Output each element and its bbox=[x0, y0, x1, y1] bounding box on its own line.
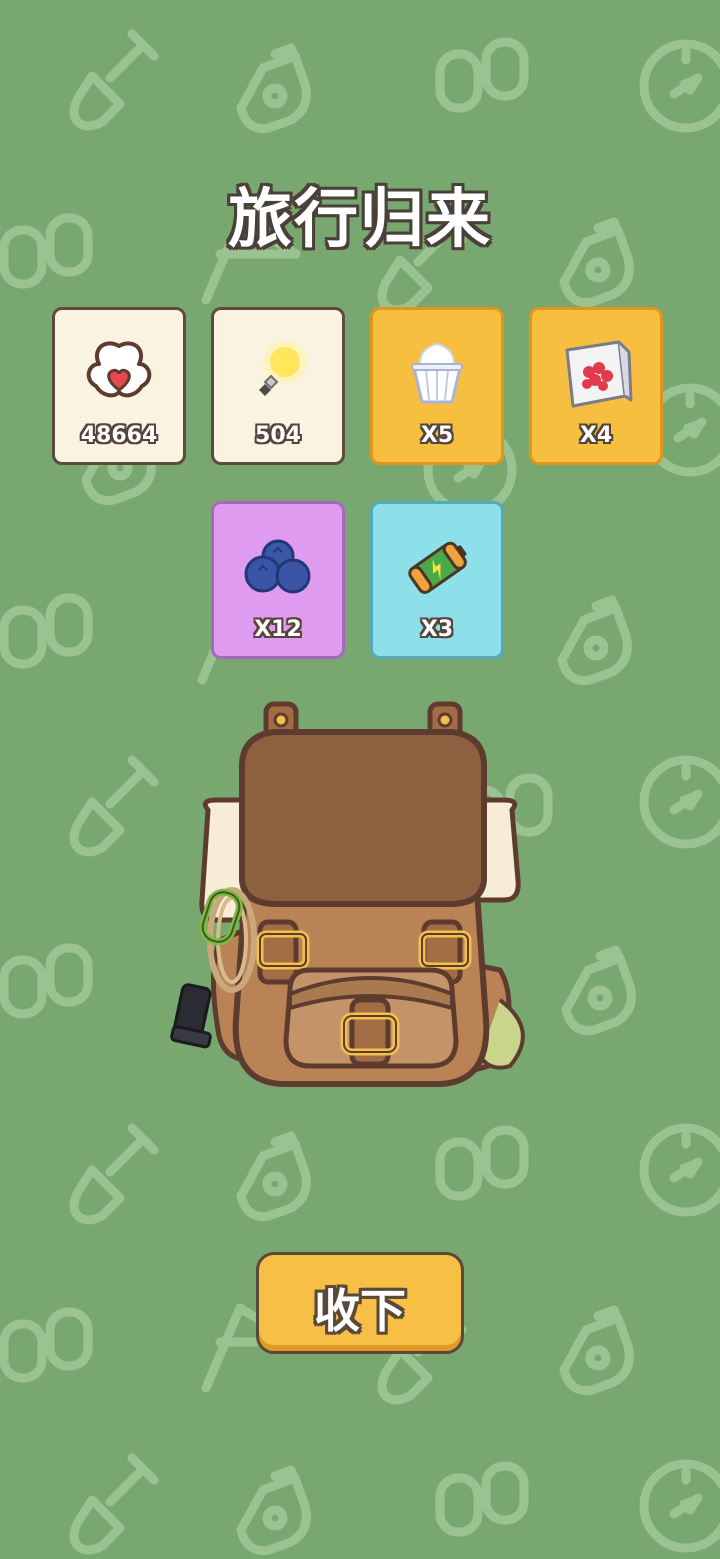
page-title: 旅行归来 bbox=[228, 183, 492, 257]
reward-card-blueberry: X12 bbox=[211, 501, 345, 659]
blueberry-icon bbox=[244, 539, 311, 594]
lightbulb-icon bbox=[259, 340, 307, 396]
collect-button[interactable]: 收下 bbox=[256, 1252, 464, 1354]
reward-amount-battery: X3 bbox=[420, 617, 454, 642]
reward-amount-blueberry: X12 bbox=[254, 617, 302, 642]
reward-card-clover: 48664 bbox=[52, 307, 186, 465]
reward-card-yogurt: X5 bbox=[370, 307, 504, 465]
backpack-illustration bbox=[170, 701, 525, 1087]
reward-amount-raspberry: X4 bbox=[579, 423, 613, 448]
collect-button-label: 收下 bbox=[314, 1284, 406, 1338]
reward-amount-yogurt: X5 bbox=[420, 423, 454, 448]
battery-icon bbox=[408, 541, 467, 594]
raspberry-pack-icon bbox=[565, 340, 633, 408]
reward-card-battery: X3 bbox=[370, 501, 504, 659]
frozen-yogurt-icon bbox=[411, 342, 463, 404]
reward-card-raspberry: X4 bbox=[529, 307, 663, 465]
reward-card-lightbulb: 504 bbox=[211, 307, 345, 465]
reward-amount-lightbulb: 504 bbox=[255, 423, 301, 448]
clover-heart-icon bbox=[86, 341, 152, 398]
reward-amount-clover: 48664 bbox=[80, 423, 158, 448]
